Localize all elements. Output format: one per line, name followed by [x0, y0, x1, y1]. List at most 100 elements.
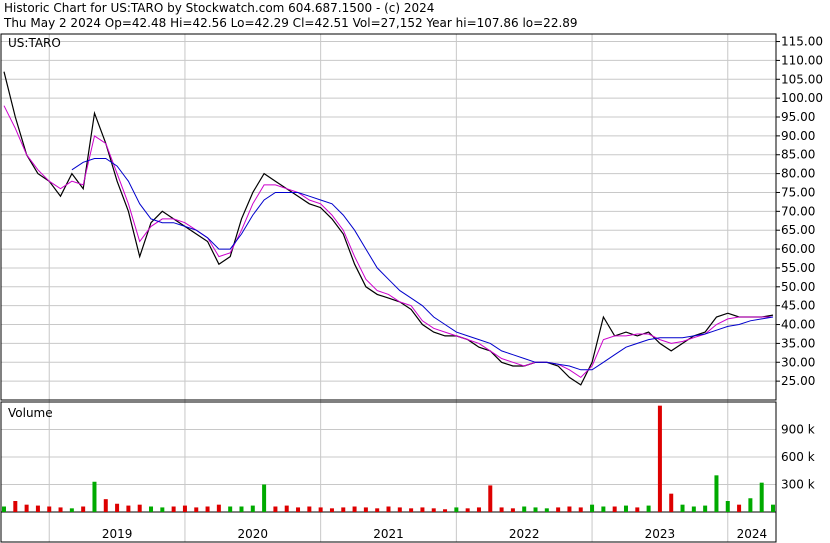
volume-bar [307, 506, 312, 512]
volume-bar [590, 504, 595, 512]
volume-bar [341, 507, 346, 512]
volume-bar [262, 484, 267, 512]
year-label: 2024 [737, 527, 768, 541]
volume-tick-label: 600 k [781, 450, 815, 464]
price-tick-label: 100.00 [781, 91, 823, 105]
volume-bar [657, 405, 662, 512]
volume-bar [454, 507, 459, 512]
price-tick-label: 35.00 [781, 336, 815, 350]
price-tick-label: 30.00 [781, 355, 815, 369]
price-tick-label: 75.00 [781, 185, 815, 199]
volume-bar [216, 504, 221, 512]
volume-bar [137, 504, 142, 512]
volume-bar [35, 505, 40, 512]
volume-bar [103, 499, 108, 512]
volume-bar [578, 507, 583, 512]
volume-bar [465, 508, 470, 512]
volume-bar [239, 506, 244, 512]
volume-bar [556, 507, 561, 512]
volume-axis-ticks: 900 k 600 k 300 k [781, 423, 815, 492]
volume-bar [510, 508, 515, 512]
price-tick-label: 25.00 [781, 374, 815, 388]
year-label: 2023 [645, 527, 676, 541]
header-quote: Thu May 2 2024 Op=42.48 Hi=42.56 Lo=42.2… [3, 16, 578, 30]
volume-bar [771, 504, 775, 512]
volume-bar [81, 506, 86, 512]
price-tick-label: 65.00 [781, 223, 815, 237]
volume-bar [691, 506, 696, 512]
volume-bar [194, 507, 199, 512]
volume-bar [476, 507, 481, 512]
volume-bar [669, 493, 674, 512]
volume-bar [160, 507, 165, 512]
year-label: 2022 [509, 527, 540, 541]
price-tick-label: 95.00 [781, 110, 815, 124]
volume-bar [397, 507, 402, 512]
stock-chart: Historic Chart for US:TARO by Stockwatch… [0, 0, 830, 543]
volume-bar [522, 506, 527, 512]
volume-bar [680, 504, 685, 512]
volume-bar [296, 507, 301, 512]
volume-bar [544, 508, 549, 512]
price-tick-label: 45.00 [781, 299, 815, 313]
volume-bar [171, 506, 176, 512]
volume-bar [2, 506, 6, 512]
volume-bar [646, 505, 651, 512]
volume-bar [386, 506, 391, 512]
year-label: 2021 [373, 527, 404, 541]
volume-bar [748, 498, 753, 512]
year-label: 2019 [102, 527, 133, 541]
chart-background [0, 0, 830, 543]
volume-bar [58, 507, 63, 512]
price-tick-label: 115.00 [781, 35, 823, 49]
volume-bar [126, 505, 131, 512]
volume-bar [714, 475, 719, 512]
volume-bar [115, 503, 120, 512]
price-tick-label: 40.00 [781, 318, 815, 332]
volume-bar [24, 504, 29, 512]
volume-bar [623, 505, 628, 512]
volume-bar [612, 506, 617, 512]
volume-bar [635, 507, 640, 512]
volume-bar [205, 506, 210, 512]
volume-bar [329, 508, 334, 512]
volume-bar [250, 505, 255, 512]
volume-bar [725, 501, 730, 512]
price-tick-label: 50.00 [781, 280, 815, 294]
volume-bar [499, 507, 504, 512]
volume-bar [92, 481, 97, 512]
volume-bar [759, 482, 764, 512]
volume-bar [409, 508, 414, 512]
volume-bar [488, 485, 493, 512]
volume-tick-label: 300 k [781, 478, 815, 492]
volume-bar [69, 508, 74, 512]
volume-bar [375, 508, 380, 512]
price-tick-label: 90.00 [781, 129, 815, 143]
volume-bar [228, 506, 233, 512]
volume-bar [533, 507, 538, 512]
price-tick-label: 110.00 [781, 53, 823, 67]
price-tick-label: 70.00 [781, 204, 815, 218]
volume-tick-label: 900 k [781, 423, 815, 437]
volume-label: Volume [8, 406, 53, 420]
volume-bar [47, 506, 52, 512]
header-title: Historic Chart for US:TARO by Stockwatch… [4, 1, 434, 15]
volume-bar [703, 505, 708, 512]
volume-bar [737, 504, 742, 512]
price-tick-label: 105.00 [781, 72, 823, 86]
volume-bar [182, 505, 187, 512]
volume-bar [352, 506, 357, 512]
volume-bar [431, 508, 436, 512]
volume-bar [601, 506, 606, 512]
price-tick-label: 60.00 [781, 242, 815, 256]
volume-bar [149, 506, 154, 512]
volume-bar [318, 507, 323, 512]
volume-bar [273, 506, 278, 512]
volume-bar [567, 506, 572, 512]
volume-bar [443, 509, 448, 512]
price-tick-label: 55.00 [781, 261, 815, 275]
volume-bar [363, 507, 368, 512]
year-label: 2020 [238, 527, 269, 541]
price-tick-label: 85.00 [781, 148, 815, 162]
volume-bar [284, 505, 289, 512]
